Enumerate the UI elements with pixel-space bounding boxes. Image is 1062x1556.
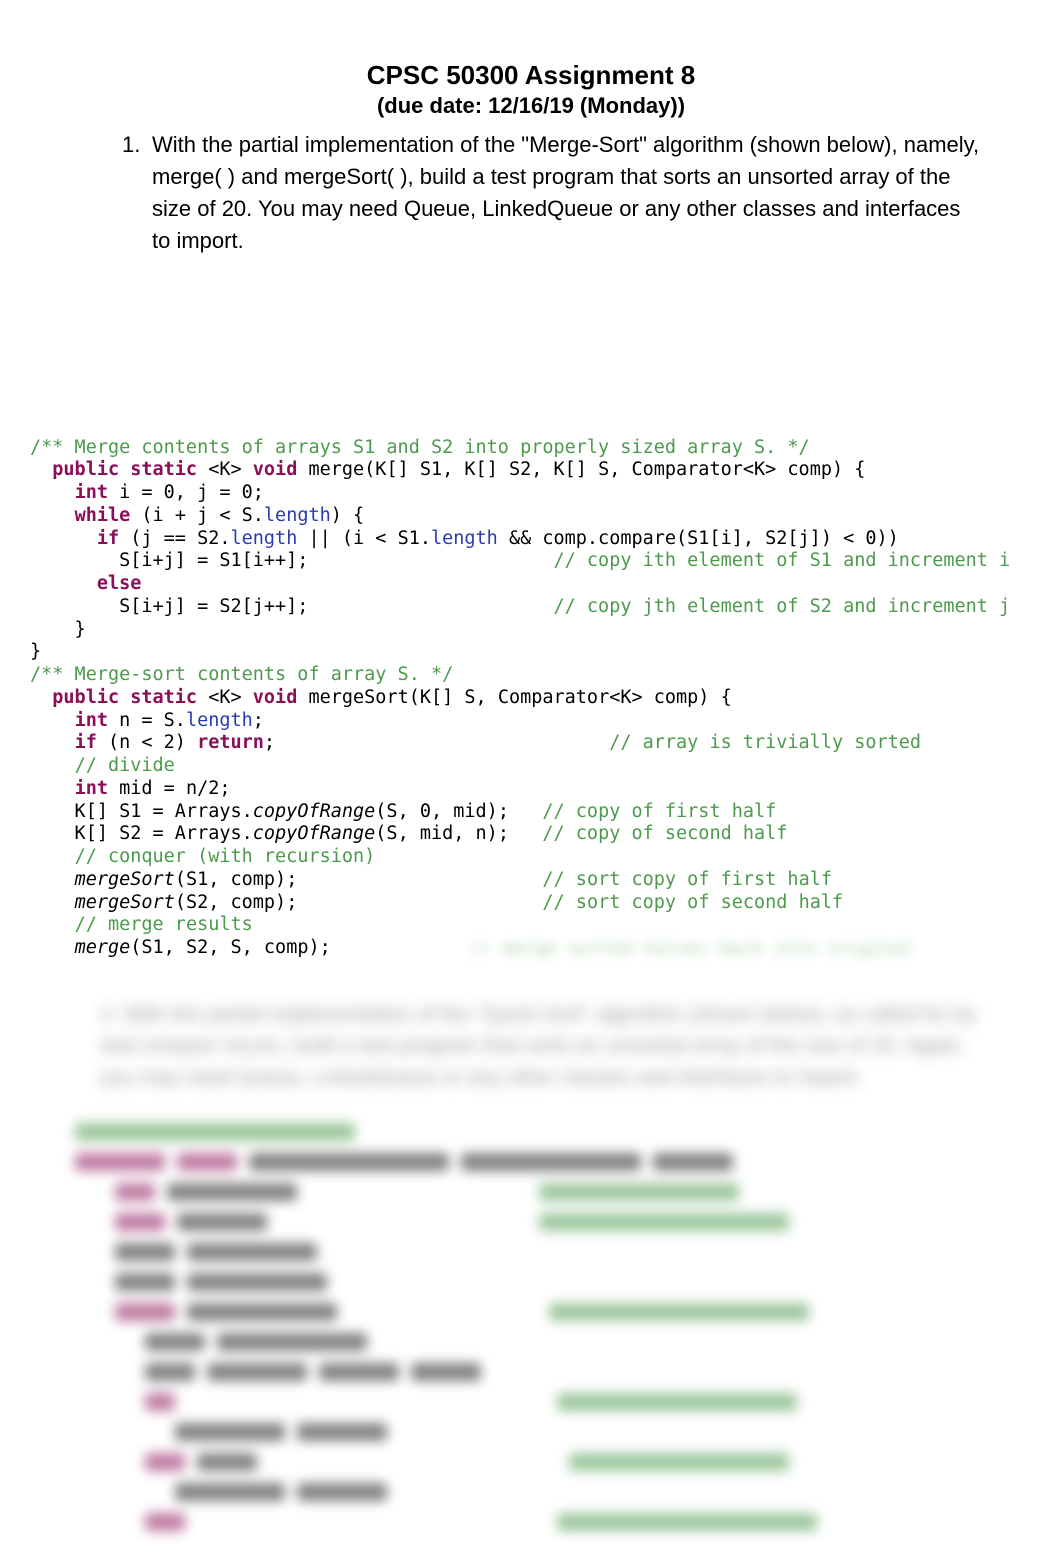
code-text: (S, mid, n); xyxy=(375,823,509,844)
code-text: K[] S2 = Arrays. xyxy=(30,823,253,844)
blurred-comment: // merge sorted halves back into origina… xyxy=(470,938,1022,959)
code-text: (n < 2) xyxy=(97,732,197,753)
code-text: (S, 0, mid); xyxy=(375,801,509,822)
header-block: CPSC 50300 Assignment 8 (due date: 12/16… xyxy=(40,60,1022,119)
code-comment: // copy jth element of S2 and increment … xyxy=(554,596,1011,617)
code-text: (S2, comp); xyxy=(175,892,298,913)
code-comment: // divide xyxy=(75,755,175,776)
code-static-method: mergeSort xyxy=(75,869,175,890)
code-keyword: int xyxy=(75,778,108,799)
code-keyword: public static xyxy=(52,687,208,708)
code-keyword: void xyxy=(253,687,298,708)
blurred-question-2: 2. With the partial implementation of th… xyxy=(40,999,1022,1094)
question-1: 1. With the partial implementation of th… xyxy=(122,129,982,257)
code-text: (S1, S2, S, comp); xyxy=(130,937,330,958)
code-static-method: copyOfRange xyxy=(253,801,376,822)
page-subtitle: (due date: 12/16/19 (Monday)) xyxy=(40,93,1022,119)
code-text: && comp.compare(S1[i], S2[j]) < 0)) xyxy=(498,528,899,549)
question-text: With the partial implementation of the "… xyxy=(152,129,982,257)
code-text: ; xyxy=(264,732,275,753)
code-field: length xyxy=(264,505,331,526)
code-keyword: while xyxy=(75,505,131,526)
code-generic: <K> xyxy=(208,687,253,708)
code-comment: /** Merge-sort contents of array S. */ xyxy=(30,664,453,685)
code-comment: /** Merge contents of arrays S1 and S2 i… xyxy=(30,437,810,458)
code-keyword: void xyxy=(253,459,298,480)
code-text: i = 0, j = 0; xyxy=(108,482,264,503)
code-comment: // array is trivially sorted xyxy=(609,732,921,753)
code-text: S[i+j] = S2[j++]; xyxy=(30,596,308,617)
code-keyword: public static xyxy=(52,459,208,480)
code-keyword: return xyxy=(197,732,264,753)
code-text: merge(K[] S1, K[] S2, K[] S, Comparator<… xyxy=(297,459,865,480)
code-text: (i + j < S. xyxy=(130,505,264,526)
code-keyword: int xyxy=(75,482,108,503)
code-text: ; xyxy=(253,710,264,731)
code-field: length xyxy=(231,528,298,549)
code-text: mergeSort(K[] S, Comparator<K> comp) { xyxy=(297,687,731,708)
code-text: S[i+j] = S1[i++]; xyxy=(30,550,308,571)
code-text: } xyxy=(30,641,41,662)
code-keyword: if xyxy=(75,732,97,753)
question-list: 1. With the partial implementation of th… xyxy=(40,129,1022,257)
code-static-method: mergeSort xyxy=(75,892,175,913)
code-comment: // sort copy of second half xyxy=(542,892,843,913)
code-text: ) { xyxy=(331,505,364,526)
question-number: 1. xyxy=(122,129,152,257)
code-keyword: int xyxy=(75,710,108,731)
code-field: length xyxy=(186,710,253,731)
code-generic: <K> xyxy=(208,459,253,480)
code-comment: // sort copy of first half xyxy=(542,869,832,890)
code-comment: // conquer (with recursion) xyxy=(75,846,376,867)
code-text: (j == S2. xyxy=(119,528,230,549)
code-block: /** Merge contents of arrays S1 and S2 i… xyxy=(30,437,1022,960)
code-comment: // merge results xyxy=(75,914,253,935)
code-text: K[] S1 = Arrays. xyxy=(30,801,253,822)
blurred-code-region xyxy=(40,1123,1022,1535)
page-title: CPSC 50300 Assignment 8 xyxy=(40,60,1022,91)
code-keyword: if xyxy=(97,528,119,549)
code-keyword: else xyxy=(97,573,142,594)
code-text: || (i < S1. xyxy=(297,528,431,549)
code-comment: // copy ith element of S1 and increment … xyxy=(554,550,1011,571)
code-field: length xyxy=(431,528,498,549)
code-comment: // copy of second half xyxy=(542,823,787,844)
code-text: mid = n/2; xyxy=(108,778,231,799)
code-text: } xyxy=(30,619,86,640)
code-static-method: copyOfRange xyxy=(253,823,376,844)
code-text: (S1, comp); xyxy=(175,869,298,890)
code-comment: // copy of first half xyxy=(542,801,776,822)
code-text: n = S. xyxy=(108,710,186,731)
code-static-method: merge xyxy=(75,937,131,958)
